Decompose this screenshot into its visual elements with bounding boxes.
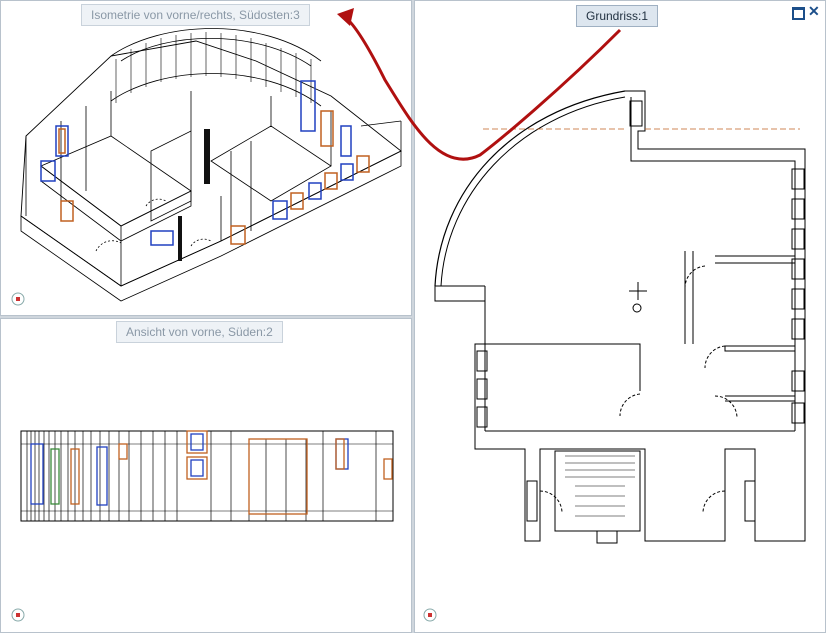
- navigation-compass-icon[interactable]: [423, 608, 437, 622]
- maximize-icon: [792, 7, 805, 20]
- viewport-isometric[interactable]: Isometrie von vorne/rechts, Südosten:3: [0, 0, 412, 316]
- elevation-drawing: [20, 430, 394, 522]
- viewport-label-front[interactable]: Ansicht von vorne, Süden:2: [116, 321, 283, 343]
- navigation-compass-icon[interactable]: [11, 292, 25, 306]
- isometric-drawing: [20, 28, 402, 302]
- navigation-compass-icon[interactable]: [11, 608, 25, 622]
- viewport-label-plan[interactable]: Grundriss:1: [576, 5, 659, 27]
- viewport-floor-plan[interactable]: Grundriss:1 ✕: [414, 0, 826, 633]
- floor-plan-drawing: [434, 90, 806, 544]
- close-button[interactable]: ✕: [808, 4, 820, 18]
- viewport-front-elevation[interactable]: Ansicht von vorne, Süden:2: [0, 318, 412, 633]
- viewport-label-isometric[interactable]: Isometrie von vorne/rechts, Südosten:3: [81, 4, 310, 26]
- maximize-button[interactable]: [792, 7, 805, 22]
